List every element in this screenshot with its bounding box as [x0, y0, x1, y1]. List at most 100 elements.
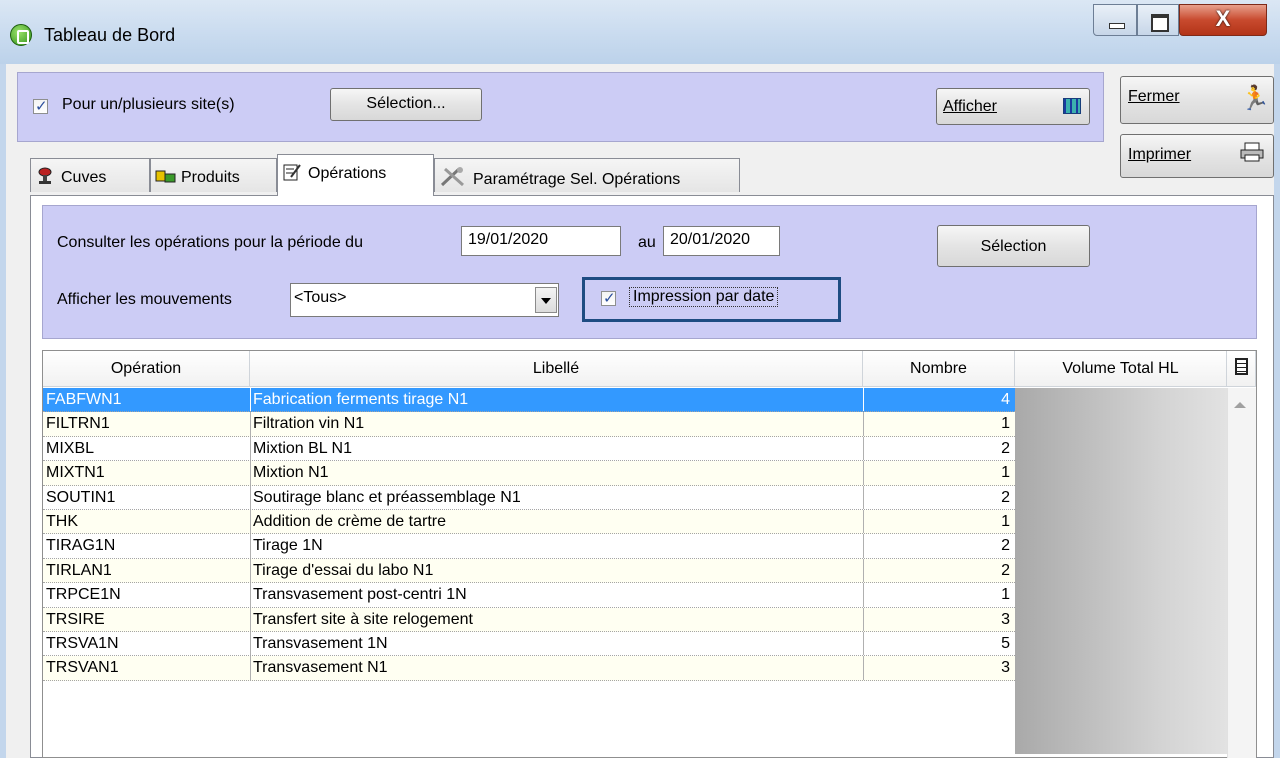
cell-libelle: Tirage d'essai du labo N1 — [253, 561, 434, 579]
column-divider — [863, 558, 864, 583]
table-row[interactable]: FABFWN1 Fabrication ferments tirage N1 4 — [43, 388, 1015, 413]
sites-selection-button[interactable]: Sélection... — [330, 88, 482, 121]
minimize-button[interactable] — [1093, 4, 1137, 36]
close-icon: X — [1215, 6, 1231, 31]
period-selection-button[interactable]: Sélection — [937, 225, 1090, 267]
impression-label[interactable]: Impression par date — [629, 287, 779, 307]
tab-parametrage[interactable]: Paramétrage Sel. Opérations — [434, 158, 740, 192]
maximize-button[interactable] — [1137, 4, 1179, 36]
volume-column-area — [1015, 388, 1227, 754]
cell-nombre: 3 — [1001, 610, 1010, 628]
cell-nombre: 1 — [1001, 586, 1010, 604]
table-row[interactable]: SOUTIN1 Soutirage blanc et préassemblage … — [43, 485, 1015, 510]
cell-libelle: Transfert site à site relogement — [253, 610, 473, 628]
cell-libelle: Transvasement 1N — [253, 635, 388, 652]
column-divider — [250, 656, 251, 680]
cell-operation: TRPCE1N — [46, 586, 121, 604]
tab-operations-label: Opérations — [308, 165, 387, 182]
sites-checkbox[interactable]: ✓ — [33, 98, 48, 115]
table-row[interactable]: THK Addition de crème de tartre 1 — [43, 510, 1015, 535]
cell-nombre: 2 — [1001, 537, 1010, 555]
cell-nombre: 4 — [1001, 391, 1010, 408]
column-divider — [863, 583, 864, 607]
cell-operation: FILTRN1 — [46, 415, 110, 433]
chevron-down-icon[interactable] — [535, 287, 557, 313]
date-from-field[interactable]: 19/01/2020 — [461, 226, 621, 256]
column-divider — [250, 583, 251, 607]
cell-nombre: 3 — [1001, 659, 1010, 677]
imprimer-label: Imprimer — [1128, 146, 1192, 163]
check-mark-icon: ✓ — [35, 98, 48, 115]
column-divider — [863, 534, 864, 558]
cell-libelle: Mixtion BL N1 — [253, 439, 352, 457]
title-bar — [0, 0, 1280, 64]
scroll-up-icon[interactable] — [1234, 402, 1246, 408]
cell-nombre: 2 — [1001, 488, 1010, 506]
tools-icon — [439, 167, 467, 187]
afficher-grid-icon — [1063, 98, 1081, 114]
date-to-field[interactable]: 20/01/2020 — [663, 226, 780, 256]
table-row[interactable]: MIXBL Mixtion BL N1 2 — [43, 436, 1015, 462]
afficher-label: Afficher — [943, 98, 997, 115]
vat-icon — [35, 167, 55, 185]
column-header-nombre[interactable]: Nombre — [863, 351, 1015, 387]
tab-produits[interactable]: Produits — [150, 158, 277, 192]
mouvements-select[interactable]: <Tous> — [290, 283, 559, 317]
cell-operation: FABFWN1 — [46, 391, 122, 408]
column-divider — [863, 412, 864, 436]
column-header-libelle[interactable]: Libellé — [250, 351, 863, 387]
table-row[interactable]: TRPCE1N Transvasement post-centri 1N 1 — [43, 583, 1015, 608]
check-mark-icon: ✓ — [603, 290, 616, 307]
cell-operation: MIXTN1 — [46, 464, 105, 482]
cell-nombre: 1 — [1001, 464, 1010, 482]
cell-operation: MIXBL — [46, 439, 95, 457]
column-divider — [250, 436, 251, 461]
column-divider — [863, 656, 864, 680]
cell-operation: TRSVAN1 — [46, 659, 119, 677]
cell-operation: TIRLAN1 — [46, 561, 112, 579]
sites-label: Pour un/plusieurs site(s) — [62, 96, 235, 113]
vertical-scrollbar[interactable] — [1227, 388, 1256, 758]
cell-libelle: Transvasement post-centri 1N — [253, 586, 467, 604]
app-icon — [10, 24, 32, 46]
printer-icon — [1240, 142, 1264, 162]
cell-operation: THK — [46, 513, 78, 530]
cell-nombre: 1 — [1001, 513, 1010, 530]
cell-nombre: 5 — [1001, 635, 1010, 652]
cell-nombre: 1 — [1001, 415, 1010, 433]
column-divider — [250, 632, 251, 656]
close-button[interactable]: X — [1179, 4, 1267, 36]
tab-produits-label: Produits — [181, 169, 240, 186]
tab-operations[interactable]: Opérations — [277, 154, 434, 196]
table-row[interactable]: FILTRN1 Filtration vin N1 1 — [43, 412, 1015, 437]
table-row[interactable]: TRSVA1N Transvasement 1N 5 — [43, 632, 1015, 657]
column-divider — [250, 485, 251, 509]
window-title: Tableau de Bord — [44, 25, 176, 45]
cell-operation: SOUTIN1 — [46, 488, 116, 506]
impression-checkbox[interactable]: ✓ — [601, 290, 616, 307]
table-row[interactable]: TRSVAN1 Transvasement N1 3 — [43, 656, 1015, 681]
column-divider — [863, 607, 864, 631]
tab-parametrage-label: Paramétrage Sel. Opérations — [473, 171, 681, 188]
column-divider — [250, 607, 251, 631]
au-label: au — [638, 234, 656, 251]
column-divider — [250, 558, 251, 583]
column-divider — [863, 485, 864, 509]
column-header-operation[interactable]: Opération — [43, 351, 250, 387]
column-divider — [863, 388, 864, 412]
column-divider — [250, 388, 251, 412]
column-header-volume[interactable]: Volume Total HL — [1015, 351, 1227, 387]
column-divider — [863, 436, 864, 461]
table-row[interactable]: TRSIRE Transfert site à site relogement 3 — [43, 607, 1015, 632]
table-row[interactable]: TIRLAN1 Tirage d'essai du labo N1 2 — [43, 558, 1015, 584]
column-divider — [863, 632, 864, 656]
table-row[interactable]: TIRAG1N Tirage 1N 2 — [43, 534, 1015, 559]
tab-cuves[interactable]: Cuves — [30, 158, 150, 192]
tab-cuves-label: Cuves — [61, 169, 107, 186]
mouvements-label: Afficher les mouvements — [57, 291, 232, 308]
cell-operation: TRSIRE — [46, 610, 105, 628]
column-divider — [250, 461, 251, 485]
cell-libelle: Fabrication ferments tirage N1 — [253, 391, 469, 408]
table-row[interactable]: MIXTN1 Mixtion N1 1 — [43, 461, 1015, 486]
cell-libelle: Filtration vin N1 — [253, 415, 365, 433]
